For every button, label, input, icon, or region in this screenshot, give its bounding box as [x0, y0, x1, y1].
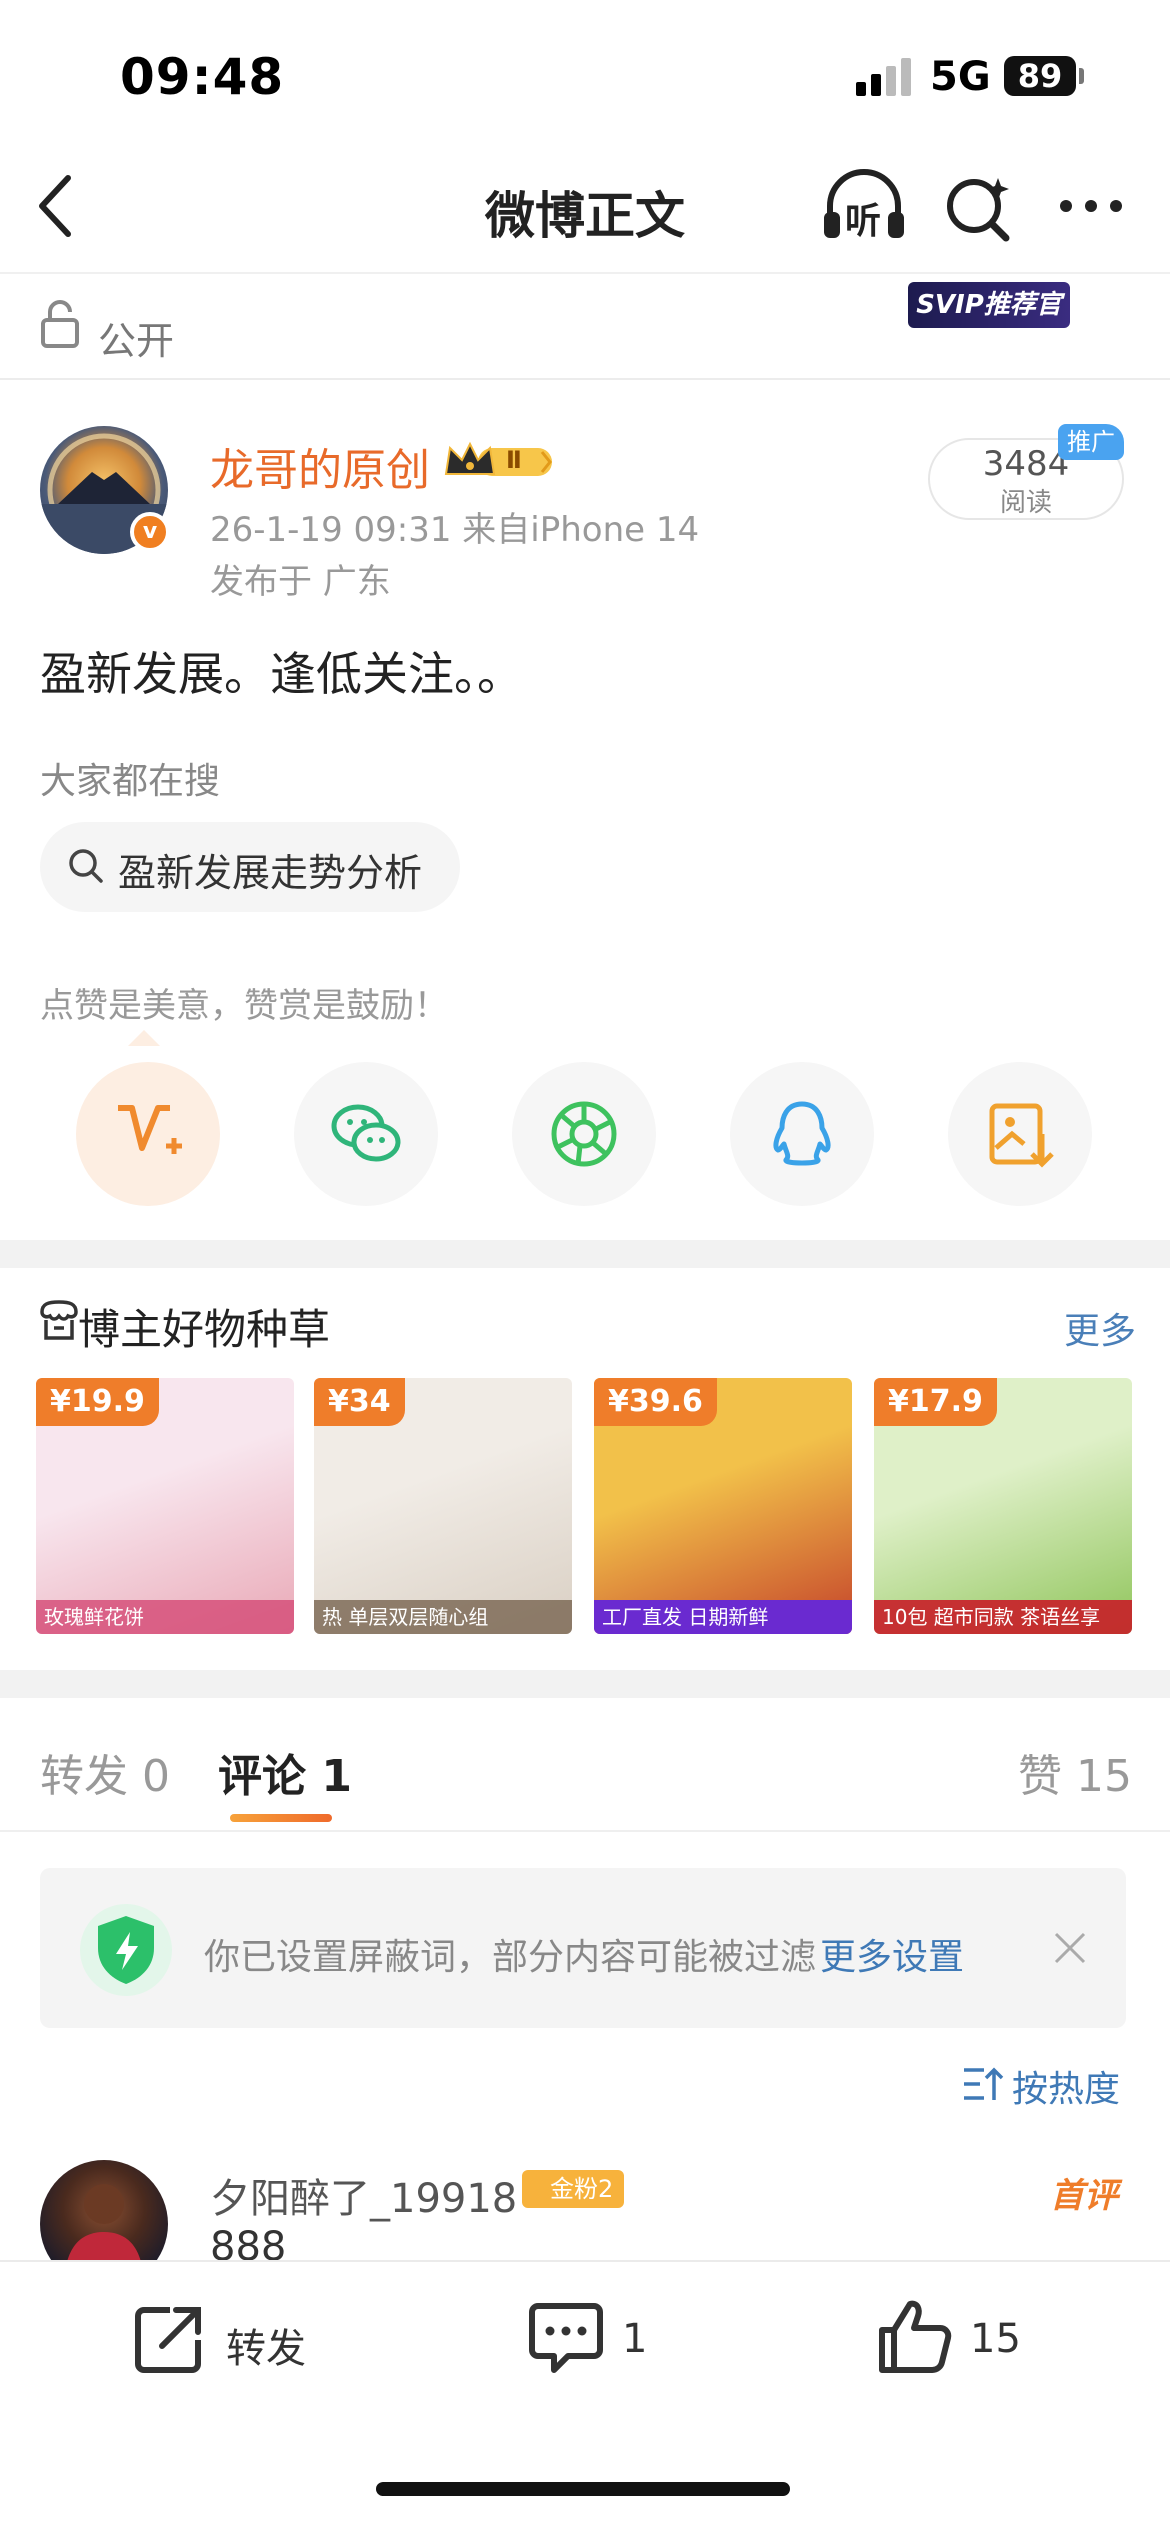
tab-divider [0, 1830, 1170, 1832]
product-caption: 工厂直发 日期新鲜 [594, 1600, 852, 1634]
search-small-icon [69, 849, 103, 883]
reward-hint: 点赞是美意，赞赏是鼓励！ [40, 986, 448, 1026]
fan-badge-text: 金粉2 [550, 2175, 614, 2203]
active-tab-indicator [230, 1814, 332, 1822]
shield-icon [80, 1904, 172, 1996]
crown-level-badge: Ⅱ [444, 440, 556, 482]
weibo-v-plus-icon [118, 1105, 182, 1154]
comment-count[interactable]: 1 [622, 2316, 647, 2362]
signal-icon [856, 58, 912, 96]
like-count[interactable]: 15 [970, 2316, 1021, 2362]
wechat-icon [331, 1104, 401, 1162]
author-name[interactable]: 龙哥的原创 [210, 434, 430, 498]
share-qq-button[interactable] [730, 1062, 874, 1206]
goods-more-link[interactable]: 更多 [1064, 1302, 1136, 1354]
product-price: ¥17.9 [874, 1378, 997, 1426]
home-indicator [376, 2482, 790, 2496]
product-price: ¥34 [314, 1378, 405, 1426]
more-options-icon[interactable] [1056, 196, 1126, 216]
listen-label: 听 [845, 201, 882, 242]
product-card[interactable]: ¥39.6 工厂直发 日期新鲜 [594, 1378, 852, 1634]
crown-icon [444, 441, 552, 476]
repost-icon[interactable] [130, 2300, 208, 2378]
tab-like[interactable]: 赞 15 [1018, 1740, 1132, 1804]
sort-by-hot[interactable]: 按热度 [1012, 2060, 1120, 2112]
search-icon[interactable] [944, 172, 1014, 242]
product-caption: 10包 超市同款 茶语丝享 [874, 1600, 1132, 1634]
share-wechat-button[interactable] [294, 1062, 438, 1206]
shop-icon [40, 1300, 78, 1340]
svip-badge: SVIP推荐官 [908, 282, 1070, 328]
like-thumb-icon[interactable] [874, 2296, 954, 2376]
goods-section-title: 博主好物种草 [78, 1305, 331, 1354]
first-comment-tag: 首评 [1050, 2176, 1118, 2216]
listen-button[interactable]: 听 [818, 166, 910, 246]
search-suggestion-text: 盈新发展走势分析 [118, 851, 423, 895]
tab-comment[interactable]: 评论 1 [218, 1740, 352, 1804]
post-date-source: 26-1-19 09:31 来自iPhone 14 [210, 510, 700, 550]
section-separator [0, 1670, 1170, 1698]
lock-open-icon [41, 300, 79, 348]
promo-badge[interactable]: 推广 [1058, 424, 1124, 460]
product-card[interactable]: ¥34 热 单层双层随心组 [314, 1378, 572, 1634]
more-settings-link[interactable]: 更多设置 [820, 1928, 964, 1980]
commenter-name[interactable]: 夕阳醉了_19918 [210, 2166, 517, 2224]
visibility-label: 公开 [98, 319, 175, 363]
product-card[interactable]: ¥17.9 10包 超市同款 茶语丝享 [874, 1378, 1132, 1634]
moments-icon [551, 1101, 617, 1167]
battery-icon: 89 [1004, 56, 1076, 96]
filter-notice-text: 你已设置屏蔽词，部分内容可能被过滤 [204, 1937, 817, 1978]
status-time: 09:48 [120, 48, 285, 106]
comment-icon[interactable] [526, 2298, 606, 2378]
product-caption: 热 单层双层随心组 [314, 1600, 572, 1634]
network-type: 5G [930, 54, 991, 100]
repost-label[interactable]: 转发 [226, 2316, 306, 2374]
battery-tip [1079, 68, 1084, 84]
reads-label: 阅读 [999, 488, 1052, 518]
reward-pointer [128, 1030, 160, 1046]
reward-button[interactable] [76, 1062, 220, 1206]
tab-repost[interactable]: 转发 0 [40, 1740, 170, 1804]
sort-icon[interactable] [962, 2064, 1004, 2104]
save-image-icon [989, 1103, 1054, 1168]
section-separator [0, 1240, 1170, 1268]
product-price: ¥39.6 [594, 1378, 717, 1426]
product-price: ¥19.9 [36, 1378, 159, 1426]
close-icon[interactable] [1052, 1930, 1088, 1966]
qq-icon [773, 1101, 831, 1166]
post-text: 盈新发展。逢低关注。。 [40, 647, 523, 701]
crown-level-text: Ⅱ [506, 446, 522, 474]
product-caption: 玫瑰鲜花饼 [36, 1600, 294, 1634]
verified-badge-icon: v [130, 512, 170, 552]
fan-level-badge: 金粉2 [522, 2170, 624, 2208]
search-hint: 大家都在搜 [40, 761, 221, 802]
save-image-button[interactable] [948, 1062, 1092, 1206]
post-location: 发布于 广东 [210, 562, 391, 602]
share-moments-button[interactable] [512, 1062, 656, 1206]
product-card[interactable]: ¥19.9 玫瑰鲜花饼 [36, 1378, 294, 1634]
